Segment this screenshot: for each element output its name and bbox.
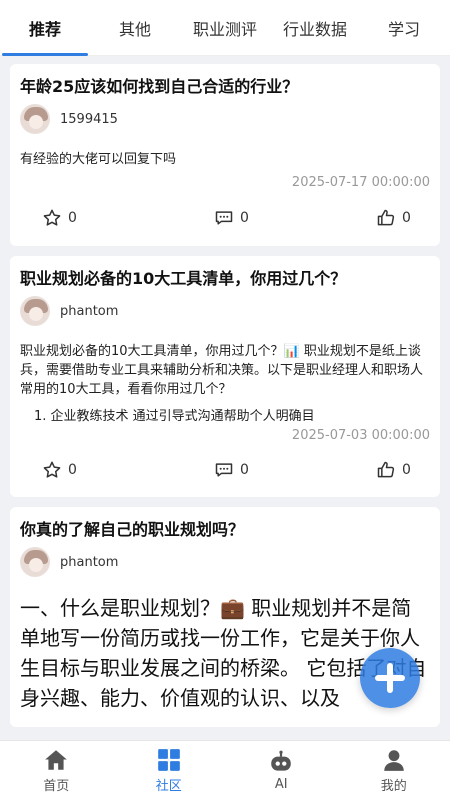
post-title[interactable]: 职业规划必备的10大工具清单，你用过几个？	[20, 268, 430, 290]
home-icon	[45, 750, 68, 770]
comment-button[interactable]: 0	[214, 208, 249, 228]
favorite-button[interactable]: 0	[42, 460, 77, 480]
like-count: 0	[402, 462, 411, 478]
comment-icon	[215, 463, 233, 477]
nav-community[interactable]: 社区	[113, 741, 226, 800]
author-name: phantom	[60, 303, 119, 319]
bottom-navigation: 首页 社区 AI 我的	[0, 740, 450, 800]
nav-label: AI	[274, 777, 288, 792]
post-body: 职业规划必备的10大工具清单，你用过几个？📊 职业规划不是纸上谈兵，需要借助专业…	[20, 344, 424, 397]
post-author: phantom	[20, 296, 430, 326]
post-actions: 0 0 0	[20, 190, 430, 246]
nav-home[interactable]: 首页	[0, 741, 113, 800]
post-author: phantom	[20, 547, 430, 577]
tab-other[interactable]: 其他	[90, 0, 180, 56]
post-list-item: 1. 企业教练技术 通过引导式沟通帮助个人明确目	[34, 409, 315, 424]
profile-icon	[384, 750, 404, 771]
avatar[interactable]	[20, 296, 50, 326]
post-actions: 0 0 0	[20, 443, 430, 497]
top-tab-bar: 推荐 其他 职业测评 行业数据 学习	[0, 0, 450, 56]
ai-robot-icon	[271, 750, 291, 771]
avatar[interactable]	[20, 547, 50, 577]
post-date: 2025-07-17 00:00:00	[291, 175, 430, 190]
comment-button[interactable]: 0	[214, 460, 249, 480]
community-icon	[157, 749, 180, 771]
avatar[interactable]	[20, 104, 50, 134]
tab-career-assessment[interactable]: 职业测评	[180, 0, 270, 56]
tab-industry-data[interactable]: 行业数据	[270, 0, 360, 56]
comment-icon	[215, 211, 233, 225]
star-icon	[43, 461, 61, 478]
post-date: 2025-07-03 00:00:00	[291, 428, 430, 443]
post-title[interactable]: 年龄25应该如何找到自己合适的行业？	[20, 76, 430, 98]
post-body: 有经验的大佬可以回复下吗	[20, 152, 177, 167]
nav-label: 我的	[380, 779, 407, 794]
post-author: 1599415	[20, 104, 430, 134]
nav-label: 社区	[155, 779, 182, 794]
favorite-button[interactable]: 0	[42, 208, 77, 228]
star-icon	[43, 209, 61, 226]
create-post-button[interactable]	[360, 648, 420, 708]
like-button[interactable]: 0	[376, 208, 411, 228]
post-feed: 年龄25应该如何找到自己合适的行业？ 1599415 有经验的大佬可以回复下吗 …	[0, 56, 450, 740]
favorite-count: 0	[68, 462, 77, 478]
comment-count: 0	[240, 462, 249, 478]
like-count: 0	[402, 210, 411, 226]
thumbs-up-icon	[377, 461, 395, 478]
post-title[interactable]: 你真的了解自己的职业规划吗？	[20, 519, 430, 541]
nav-ai[interactable]: AI	[225, 741, 338, 800]
tab-recommended[interactable]: 推荐	[0, 0, 90, 56]
tab-learning[interactable]: 学习	[360, 0, 450, 56]
like-button[interactable]: 0	[376, 460, 411, 480]
comment-count: 0	[240, 210, 249, 226]
nav-profile[interactable]: 我的	[338, 741, 450, 800]
author-name: phantom	[60, 554, 119, 570]
post-card[interactable]: 年龄25应该如何找到自己合适的行业？ 1599415 有经验的大佬可以回复下吗 …	[10, 64, 440, 246]
favorite-count: 0	[68, 210, 77, 226]
nav-label: 首页	[43, 779, 70, 794]
author-name: 1599415	[60, 111, 118, 127]
post-card[interactable]: 职业规划必备的10大工具清单，你用过几个？ phantom 职业规划必备的10大…	[10, 256, 440, 497]
thumbs-up-icon	[377, 209, 395, 226]
